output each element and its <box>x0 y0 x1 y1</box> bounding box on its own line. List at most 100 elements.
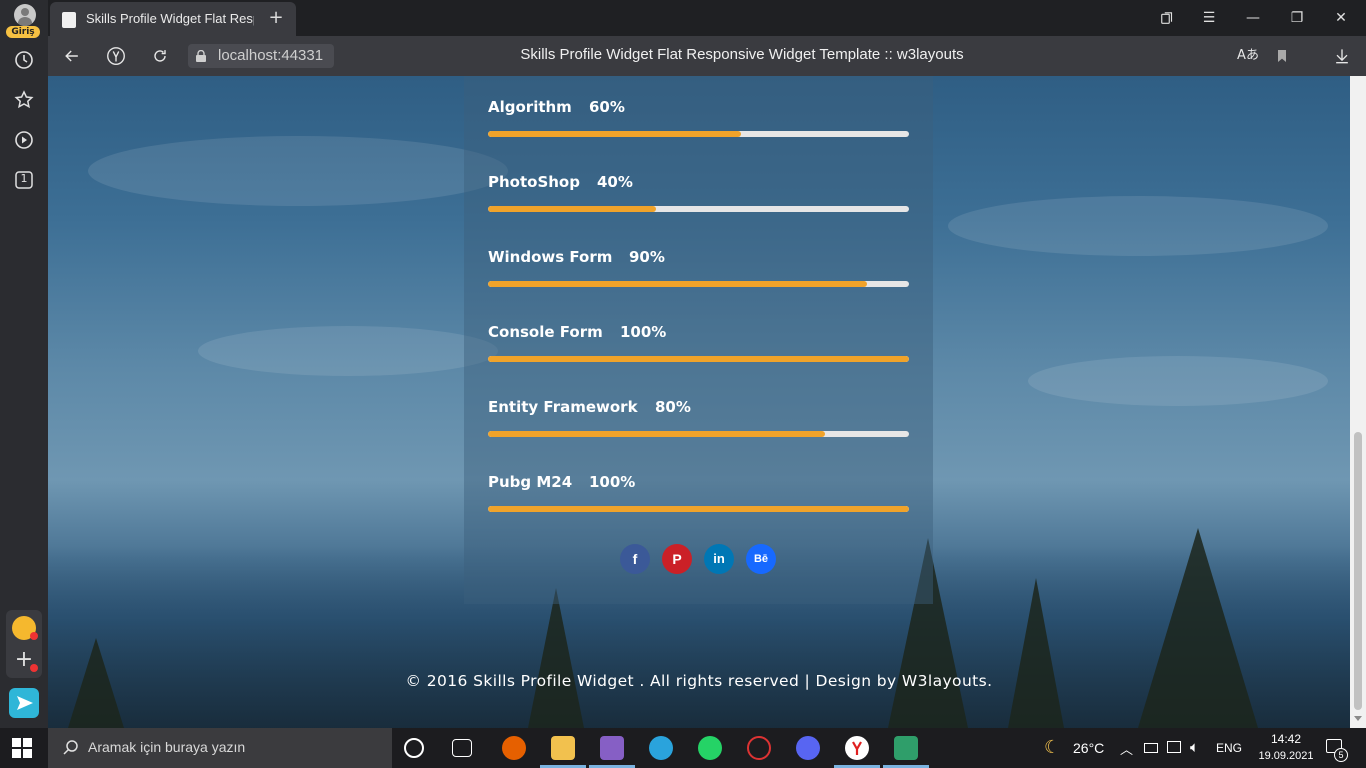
visual-studio-icon[interactable] <box>600 736 624 760</box>
search-placeholder: Aramak için buraya yazın <box>88 739 246 755</box>
yandex-home-icon[interactable] <box>104 44 128 68</box>
background-cloud <box>198 326 498 376</box>
background-cloud <box>1028 356 1328 406</box>
tab-strip: Skills Profile Widget Flat Responsive Wi… <box>48 0 1366 36</box>
skill-progress-fill <box>488 356 909 362</box>
app-red-icon[interactable] <box>747 736 771 760</box>
clock-time[interactable]: 14:42 <box>1266 732 1306 746</box>
address-bar: localhost:44331 Skills Profile Widget Fl… <box>48 36 1366 76</box>
app-green-icon[interactable] <box>894 736 918 760</box>
scrollbar-thumb[interactable] <box>1354 432 1362 710</box>
volume-icon[interactable]: 🔈︎ <box>1190 738 1199 756</box>
network-icon[interactable] <box>1167 741 1181 753</box>
page-viewport: Algorithm 60% PhotoShop 40% Windows Form 90% C… <box>48 76 1350 728</box>
menu-button[interactable]: ☰ <box>1196 6 1222 30</box>
footer-copyright: © 2016 Skills Profile Widget . All right… <box>405 672 993 690</box>
new-tab-button[interactable]: + <box>264 6 288 30</box>
skill-name: Pubg M24 <box>488 473 573 491</box>
skill-progress-fill <box>488 431 825 437</box>
bookmark-icon[interactable] <box>1270 44 1294 68</box>
behance-icon[interactable]: Bē <box>746 544 776 574</box>
skill-name: Entity Framework <box>488 398 638 416</box>
skill-progress-track <box>488 281 909 287</box>
background-tree <box>528 588 584 728</box>
lock-icon <box>196 50 206 62</box>
collections-icon[interactable] <box>1154 6 1180 30</box>
back-button[interactable] <box>60 44 84 68</box>
bookmarks-star-icon[interactable] <box>12 88 36 112</box>
translate-icon[interactable]: Aあ <box>1236 44 1260 68</box>
skill-name: PhotoShop <box>488 173 580 191</box>
page-scrollbar[interactable] <box>1350 76 1366 728</box>
history-icon[interactable] <box>12 48 36 72</box>
background-cloud <box>88 136 508 206</box>
skill-name: Algorithm <box>488 98 572 116</box>
skill-row: Entity Framework 80% <box>488 376 909 437</box>
skill-percent: 40% <box>597 173 633 191</box>
skill-row: PhotoShop 40% <box>488 151 909 212</box>
media-play-icon[interactable] <box>12 128 36 152</box>
skill-name: Windows Form <box>488 248 613 266</box>
download-icon[interactable] <box>1330 44 1354 68</box>
skill-progress-track <box>488 131 909 137</box>
restore-button[interactable]: ❐ <box>1284 6 1310 30</box>
url-field[interactable]: localhost:44331 <box>188 44 334 68</box>
tab-counter-icon[interactable]: 1 <box>12 168 36 192</box>
skill-progress-track <box>488 506 909 512</box>
clock-date[interactable]: 19.09.2021 <box>1252 750 1320 762</box>
background-cloud <box>948 196 1328 256</box>
skill-row: Algorithm 60% <box>488 76 909 137</box>
url-text: localhost:44331 <box>218 47 324 64</box>
taskbar-search-box[interactable]: Aramak için buraya yazın <box>48 728 392 768</box>
weather-temperature[interactable]: 26°C <box>1073 740 1104 756</box>
sidebar-apps-panel: + <box>6 610 42 678</box>
skill-progress-fill <box>488 131 741 137</box>
input-language[interactable]: ENG <box>1216 741 1242 755</box>
background-tree <box>1138 528 1258 728</box>
linkedin-icon[interactable]: in <box>704 544 734 574</box>
skill-progress-track <box>488 356 909 362</box>
cortana-icon[interactable] <box>404 738 424 758</box>
notification-dot <box>30 632 38 640</box>
skill-row: Pubg M24 100% <box>488 451 909 512</box>
windows-start-icon[interactable] <box>12 738 32 758</box>
skill-percent: 100% <box>589 473 636 491</box>
skill-progress-fill <box>488 506 909 512</box>
browser-sidebar: Giriş 1 + <box>0 0 48 728</box>
profile-button[interactable]: Giriş <box>4 4 44 40</box>
yandex-browser-icon[interactable] <box>845 736 869 760</box>
tab-counter-label: 1 <box>20 172 28 185</box>
skill-percent: 90% <box>629 248 665 266</box>
search-icon <box>63 740 78 755</box>
skill-row: Console Form 100% <box>488 301 909 362</box>
login-badge: Giriş <box>6 26 40 38</box>
skill-percent: 100% <box>620 323 667 341</box>
facebook-icon[interactable]: f <box>620 544 650 574</box>
skill-name: Console Form <box>488 323 603 341</box>
skill-row: Windows Form 90% <box>488 226 909 287</box>
firefox-icon[interactable] <box>502 736 526 760</box>
pinterest-icon[interactable]: P <box>662 544 692 574</box>
task-view-icon[interactable] <box>452 739 472 757</box>
messenger-app-icon[interactable] <box>9 688 39 718</box>
file-explorer-icon[interactable] <box>551 736 575 760</box>
skill-progress-fill <box>488 281 867 287</box>
telegram-icon[interactable] <box>649 736 673 760</box>
active-tab[interactable]: Skills Profile Widget Flat Responsive Wi… <box>50 2 296 36</box>
whatsapp-icon[interactable] <box>698 736 722 760</box>
close-window-button[interactable]: ✕ <box>1328 6 1354 30</box>
scroll-down-arrow-icon[interactable] <box>1354 716 1362 721</box>
notification-dot <box>30 664 38 672</box>
page-title: Skills Profile Widget Flat Responsive Wi… <box>520 46 964 63</box>
reload-icon[interactable] <box>148 44 172 68</box>
notification-count-badge: 5 <box>1334 748 1348 762</box>
weather-moon-icon[interactable]: ☾ <box>1044 737 1060 758</box>
windows-taskbar: Aramak için buraya yazın ☾ 26°C ︿ 🔈︎ ENG… <box>0 728 1366 768</box>
page-favicon-icon <box>62 12 76 28</box>
background-tree <box>1008 578 1064 728</box>
show-hidden-icons-icon[interactable]: ︿ <box>1120 739 1133 758</box>
discord-icon[interactable] <box>796 736 820 760</box>
skills-widget: Algorithm 60% PhotoShop 40% Windows Form 90% C… <box>464 76 933 604</box>
minimize-button[interactable]: — <box>1240 6 1266 30</box>
battery-icon[interactable] <box>1144 743 1158 753</box>
